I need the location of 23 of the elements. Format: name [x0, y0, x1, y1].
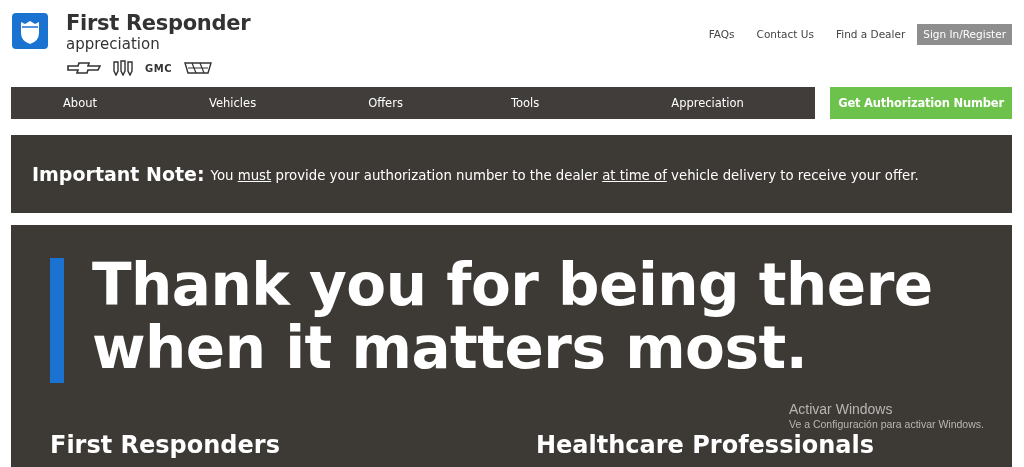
hero-headline: Thank you for being there: [92, 254, 933, 317]
crest-logo-icon[interactable]: [184, 62, 212, 74]
header-link[interactable]: Find a Dealer: [824, 23, 917, 45]
nav-item[interactable]: Vehicles: [209, 96, 257, 110]
activation-title: Activar Windows: [789, 401, 894, 417]
activation-text: Ve a Configuración para activar Windows.: [789, 418, 984, 430]
site-subtitle: appreciation: [66, 35, 161, 53]
shields-logo-icon[interactable]: [113, 60, 133, 76]
header-link[interactable]: FAQs: [697, 23, 746, 45]
shield-logo-icon[interactable]: [12, 13, 48, 49]
brand-wordmark[interactable]: GMC: [145, 62, 172, 74]
nav-item[interactable]: About: [63, 96, 97, 110]
header-link[interactable]: Contact Us: [745, 23, 825, 45]
section-heading: Healthcare Professionals: [536, 431, 874, 459]
nav-item[interactable]: Tools: [510, 96, 540, 110]
nav-item[interactable]: Appreciation: [671, 96, 744, 110]
site-title: First Responder: [66, 11, 251, 35]
bowtie-logo-icon[interactable]: [67, 62, 101, 74]
section-heading: First Responders: [50, 431, 280, 459]
hero-headline: when it matters most.: [92, 317, 809, 380]
note-title: Important Note:: [32, 163, 205, 185]
note-text: You must provide your authorization number to the dealer at time of vehicle delivery to receive your offer.: [210, 167, 919, 183]
nav-item[interactable]: Offers: [368, 96, 403, 110]
